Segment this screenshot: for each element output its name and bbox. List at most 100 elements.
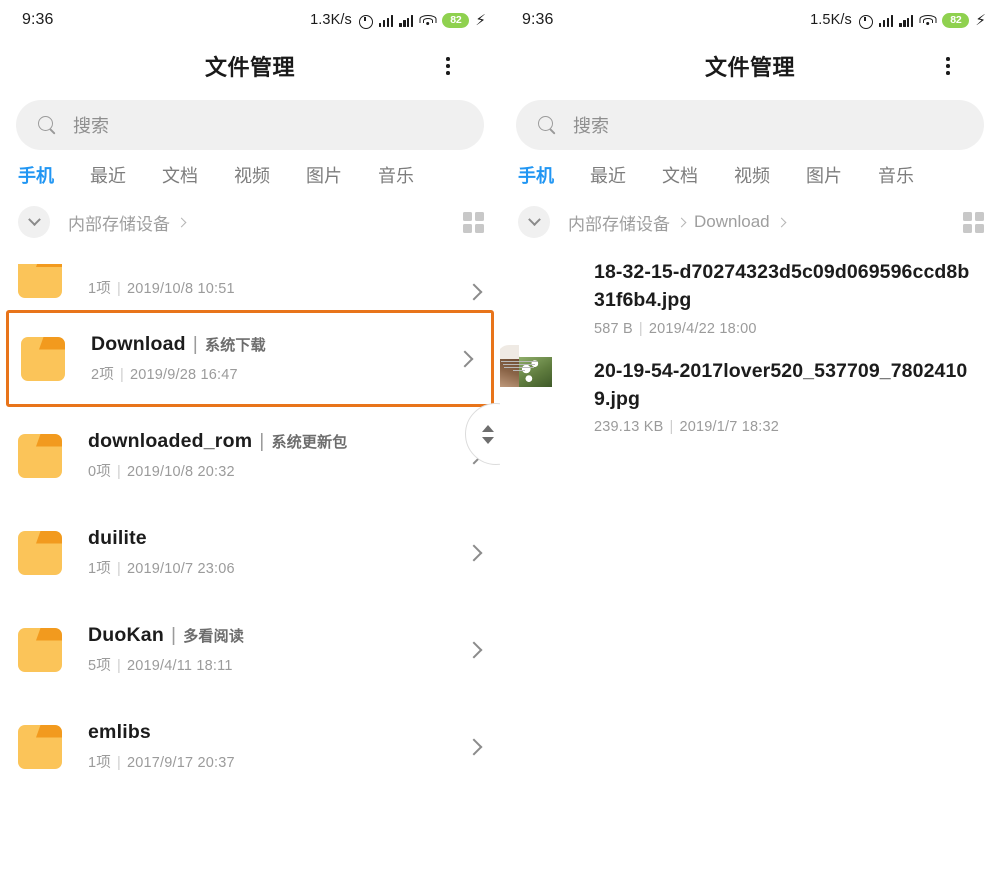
tab-docs[interactable]: 文档 bbox=[162, 162, 198, 188]
modified-date: 2019/10/8 10:51 bbox=[126, 281, 235, 297]
chevron-right-icon bbox=[465, 544, 483, 561]
collapse-button[interactable] bbox=[18, 206, 50, 238]
tab-recent[interactable]: 最近 bbox=[590, 162, 626, 188]
tab-phone[interactable]: 手机 bbox=[518, 162, 554, 188]
signal-bars-icon-2 bbox=[399, 14, 414, 27]
folder-meta: 0项 | 2019/10/8 20:32 bbox=[88, 464, 235, 480]
search-icon bbox=[38, 115, 57, 135]
kebab-menu-icon[interactable] bbox=[440, 51, 456, 81]
item-count: 1项 bbox=[88, 561, 111, 577]
table-row-selected[interactable]: Download | 系统下载 2项 | 2019/9/28 16:47 bbox=[6, 310, 494, 407]
list-item[interactable]: 18-32-15-d70274323d5c09d069596ccd8b31f6b… bbox=[500, 258, 1000, 337]
modified-date: 2019/1/7 18:32 bbox=[679, 419, 780, 436]
image-thumbnail bbox=[500, 344, 552, 387]
tab-music[interactable]: 音乐 bbox=[878, 162, 914, 188]
page-title: 文件管理 bbox=[204, 55, 295, 80]
tab-recent[interactable]: 最近 bbox=[90, 162, 126, 188]
tab-phone[interactable]: 手机 bbox=[18, 162, 54, 188]
network-speed: 1.5K/s bbox=[810, 12, 852, 28]
row-text: duilite 1项 | 2019/10/7 23:06 bbox=[88, 527, 456, 578]
signal-bars-icon-2 bbox=[899, 14, 914, 27]
table-row[interactable]: downloaded_rom | 系统更新包 0项 | 2019/10/8 20:32 bbox=[0, 407, 500, 504]
folder-meta: 1项 | 2019/10/8 10:51 bbox=[88, 281, 235, 297]
folder-icon bbox=[18, 433, 62, 478]
table-row[interactable]: emlibs 1项 | 2017/9/17 20:37 bbox=[0, 698, 500, 795]
folder-name: emlibs bbox=[88, 721, 151, 743]
folder-tag: 系统更新包 bbox=[271, 434, 348, 451]
collapse-button[interactable] bbox=[518, 206, 550, 238]
list-item[interactable]: 20-19-54-2017lover520_537709_78024109.jp… bbox=[500, 344, 1000, 436]
thumbnail-person bbox=[500, 356, 519, 387]
folder-icon bbox=[18, 530, 62, 575]
search-placeholder: 搜索 bbox=[73, 116, 109, 136]
folder-meta: 2项 | 2019/9/28 16:47 bbox=[91, 367, 238, 383]
chevron-right-icon bbox=[465, 283, 483, 301]
scroll-up-arrow-icon[interactable] bbox=[482, 424, 494, 432]
folder-name-line: duilite bbox=[88, 527, 456, 550]
tab-bar: 手机 最近 文档 视频 图片 音乐 bbox=[500, 150, 1000, 200]
folder-name-line: DuoKan | 多看阅读 bbox=[88, 624, 245, 646]
alarm-icon bbox=[858, 13, 873, 29]
scroll-down-arrow-icon[interactable] bbox=[482, 436, 494, 444]
breadcrumb-item-storage[interactable]: 内部存储设备 bbox=[68, 210, 170, 235]
tab-video[interactable]: 视频 bbox=[234, 162, 270, 188]
tab-images[interactable]: 图片 bbox=[306, 162, 342, 188]
tab-images[interactable]: 图片 bbox=[806, 162, 842, 188]
modified-date: 2019/4/11 18:11 bbox=[126, 658, 233, 674]
kebab-menu-icon[interactable] bbox=[940, 51, 956, 81]
grid-view-icon[interactable] bbox=[963, 211, 984, 233]
left-phone-screen: 9:36 1.3K/s 82 ⚡ 文件管理 搜索 手机 最近 文档 视频 图片 … bbox=[0, 0, 500, 889]
status-time: 9:36 bbox=[22, 11, 54, 28]
thumbnail-shoulder bbox=[500, 344, 519, 359]
app-bar: 文件管理 bbox=[0, 40, 500, 92]
table-row[interactable]: documents 1项|2019/10/8 10:51 bbox=[0, 244, 500, 310]
file-text: 20-19-54-2017lover520_537709_78024109.jp… bbox=[594, 357, 980, 436]
table-row[interactable]: DuoKan | 多看阅读 5项 | 2019/4/11 18:11 bbox=[0, 601, 500, 698]
signal-bars-icon bbox=[878, 14, 894, 27]
status-bar: 9:36 1.3K/s 82 ⚡ bbox=[0, 0, 500, 40]
file-meta: 587 B | 2019/4/22 18:00 bbox=[594, 320, 757, 337]
row-text: Download | 系统下载 2项 | 2019/9/28 16:47 bbox=[91, 333, 447, 384]
folder-icon bbox=[18, 627, 62, 672]
scroll-arrows bbox=[482, 424, 494, 444]
right-phone-screen: 9:36 1.5K/s 82 ⚡ 文件管理 搜索 手机 最近 文档 视频 图片 … bbox=[500, 0, 1000, 889]
folder-name-line: downloaded_rom | 系统更新包 bbox=[88, 430, 348, 452]
charging-bolt-icon: ⚡ bbox=[475, 11, 486, 29]
breadcrumb-item-download[interactable]: Download bbox=[694, 212, 770, 232]
breadcrumb-item-storage[interactable]: 内部存储设备 bbox=[568, 210, 670, 235]
status-icons: 1.5K/s 82 ⚡ bbox=[810, 11, 986, 29]
folder-tag: 系统下载 bbox=[205, 337, 266, 354]
modified-date: 2019/10/7 23:06 bbox=[126, 561, 235, 577]
page-title: 文件管理 bbox=[704, 55, 795, 80]
folder-icon bbox=[21, 336, 65, 381]
grid-view-icon[interactable] bbox=[463, 211, 484, 233]
tab-docs[interactable]: 文档 bbox=[662, 162, 698, 188]
dual-screenshot-compare: 9:36 1.3K/s 82 ⚡ 文件管理 搜索 手机 最近 文档 视频 图片 … bbox=[0, 0, 1000, 889]
tab-video[interactable]: 视频 bbox=[734, 162, 770, 188]
status-time: 9:36 bbox=[522, 11, 554, 28]
chevron-down-icon bbox=[527, 212, 541, 226]
status-bar: 9:36 1.5K/s 82 ⚡ bbox=[500, 0, 1000, 40]
breadcrumb-separator-icon bbox=[176, 217, 187, 227]
file-text: 18-32-15-d70274323d5c09d069596ccd8b31f6b… bbox=[594, 258, 980, 337]
tab-music[interactable]: 音乐 bbox=[378, 162, 414, 188]
table-row[interactable]: duilite 1项 | 2019/10/7 23:06 bbox=[0, 504, 500, 601]
search-input[interactable]: 搜索 bbox=[516, 100, 984, 150]
search-input[interactable]: 搜索 bbox=[16, 100, 484, 150]
chevron-down-icon bbox=[27, 212, 41, 226]
folder-name-line: Download | 系统下载 bbox=[91, 333, 266, 355]
alarm-icon bbox=[358, 13, 373, 29]
battery-badge: 82 bbox=[442, 12, 470, 28]
folder-meta: 1项 | 2017/9/17 20:37 bbox=[88, 755, 235, 771]
folder-name: duilite bbox=[88, 527, 147, 549]
breadcrumb-trail: 内部存储设备 Download bbox=[568, 210, 792, 235]
folder-meta: 5项 | 2019/4/11 18:11 bbox=[88, 658, 233, 674]
row-text: downloaded_rom | 系统更新包 0项 | 2019/10/8 20:32 bbox=[88, 430, 456, 481]
item-count: 1项 bbox=[88, 281, 111, 297]
file-size: 239.13 KB bbox=[594, 419, 664, 436]
row-text: DuoKan | 多看阅读 5项 | 2019/4/11 18:11 bbox=[88, 624, 456, 675]
charging-bolt-icon: ⚡ bbox=[975, 11, 986, 29]
battery-badge: 82 bbox=[942, 12, 970, 28]
wifi-icon bbox=[919, 14, 937, 27]
file-name: 18-32-15-d70274323d5c09d069596ccd8b31f6b… bbox=[594, 261, 970, 312]
